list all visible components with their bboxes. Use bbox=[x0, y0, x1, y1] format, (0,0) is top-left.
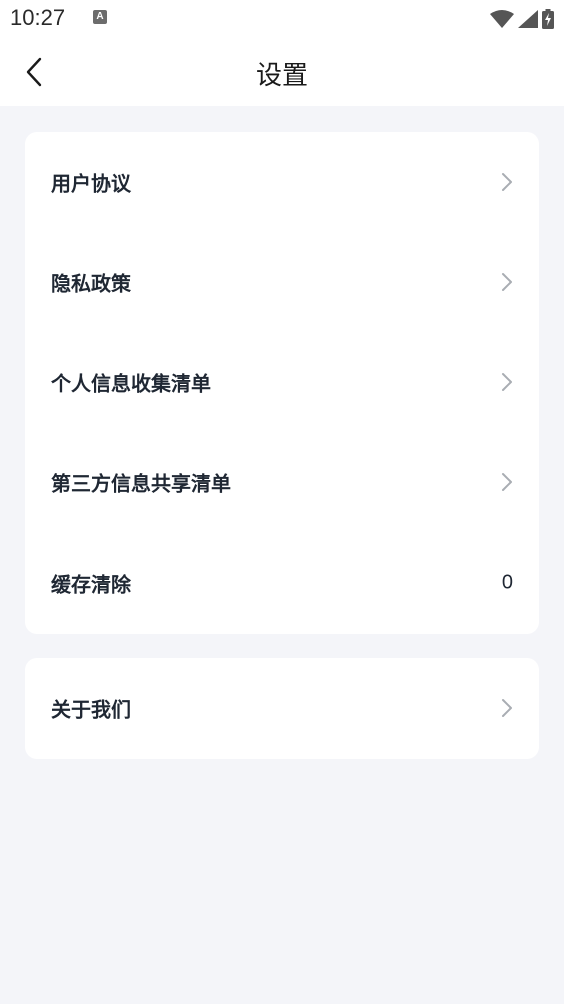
settings-item-label: 个人信息收集清单 bbox=[51, 371, 211, 396]
page-title: 设置 bbox=[255, 61, 308, 91]
settings-item-third-party-sharing-list[interactable]: 第三方信息共享清单 bbox=[25, 432, 539, 532]
chevron-right-icon bbox=[502, 699, 512, 717]
wifi-icon bbox=[490, 10, 514, 28]
signal-icon bbox=[518, 10, 538, 28]
settings-item-clear-cache[interactable]: 缓存清除 0 bbox=[25, 533, 539, 633]
settings-item-user-agreement[interactable]: 用户协议 bbox=[25, 132, 539, 232]
notification-icon: A bbox=[93, 10, 107, 24]
chevron-right-icon bbox=[502, 173, 512, 191]
settings-item-personal-info-list[interactable]: 个人信息收集清单 bbox=[25, 332, 539, 432]
chevron-right-icon bbox=[502, 273, 512, 291]
settings-card-about: 关于我们 bbox=[25, 658, 539, 759]
chevron-right-icon bbox=[502, 373, 512, 391]
battery-charging-icon bbox=[542, 9, 554, 29]
settings-item-label: 隐私政策 bbox=[51, 271, 131, 296]
status-time: 10:27 bbox=[10, 5, 66, 30]
settings-item-privacy-policy[interactable]: 隐私政策 bbox=[25, 232, 539, 332]
top-bar: 10:27 A 设置 bbox=[0, 0, 564, 106]
nav-bar: 设置 bbox=[0, 38, 564, 106]
status-icons bbox=[490, 8, 554, 30]
settings-item-label: 缓存清除 bbox=[51, 572, 131, 597]
cache-size-value: 0 bbox=[501, 571, 513, 594]
settings-item-label: 第三方信息共享清单 bbox=[51, 471, 231, 496]
chevron-right-icon bbox=[502, 473, 512, 491]
status-bar: 10:27 A bbox=[0, 0, 564, 38]
settings-item-about-us[interactable]: 关于我们 bbox=[25, 658, 539, 758]
settings-item-label: 用户协议 bbox=[51, 171, 131, 196]
settings-item-label: 关于我们 bbox=[51, 697, 131, 722]
settings-card-main: 用户协议 隐私政策 个人信息收集清单 第三方信息共享清单 缓存清除 0 bbox=[25, 132, 539, 634]
